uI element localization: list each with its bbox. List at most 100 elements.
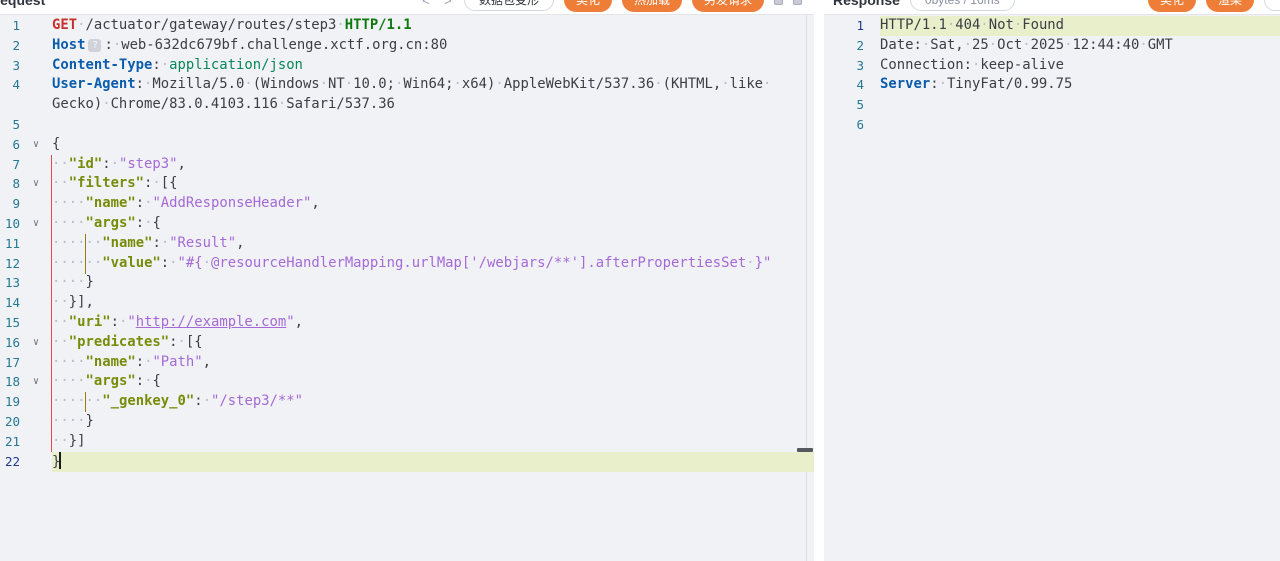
whitespace-dot [69, 373, 77, 389]
whitespace-dot [60, 156, 68, 172]
code-text: Server: TinyFat/0.99.75 [880, 75, 1272, 95]
token: , [295, 314, 303, 330]
token: : { [136, 215, 161, 231]
host-hint-badge[interactable]: ? [88, 39, 101, 52]
code-line[interactable]: 1HTTP/1.1 404 Not Found [824, 16, 1280, 36]
whitespace-dot [964, 37, 972, 53]
token: , [236, 235, 244, 251]
code-line-background: "name": "Result", [52, 234, 814, 254]
beautify-button[interactable]: 美化 [564, 0, 612, 12]
code-line[interactable]: 15 "uri": "http://example.com", [0, 313, 814, 333]
render-button[interactable]: 渲染 [1206, 0, 1254, 12]
token: : [111, 314, 128, 330]
code-line[interactable]: 17 "name": "Path", [0, 353, 814, 373]
code-line[interactable]: 20 } [0, 412, 814, 432]
token [52, 156, 69, 172]
whitespace-dot [654, 76, 662, 92]
code-line[interactable]: 4 Server: TinyFat/0.99.75 [824, 75, 1280, 95]
token: : [136, 195, 153, 211]
line-number: 1 [824, 16, 864, 36]
token: "name" [102, 235, 152, 251]
line-number: 6 [824, 115, 864, 135]
hot-reload-button[interactable]: 热加载 [622, 0, 682, 12]
token [52, 215, 86, 231]
token: : [{ [169, 334, 202, 350]
code-line[interactable]: 3Content-Type: application/json [0, 56, 814, 76]
code-text: Content-Type: application/json [52, 56, 792, 76]
whitespace-dot [77, 215, 85, 231]
line-number: 16 [0, 333, 20, 353]
token[interactable]: http://example.com [136, 314, 287, 330]
history-back-icon[interactable]: < [420, 0, 432, 8]
code-line[interactable]: 11 "name": "Result", [0, 234, 814, 254]
beautify-button[interactable]: 美化 [1148, 0, 1196, 12]
token: : [136, 354, 153, 370]
code-line[interactable]: 3Connection: keep-alive [824, 56, 1280, 76]
fold-chevron-icon[interactable]: ∨ [20, 333, 52, 353]
code-line[interactable]: 14 }], [0, 293, 814, 313]
packet-mutate-button[interactable]: 数据包变形 [464, 0, 554, 11]
code-line[interactable]: 16∨ "predicates": [{ [0, 333, 814, 353]
text-cursor [59, 452, 61, 469]
code-line[interactable]: 5 [0, 115, 814, 135]
code-line[interactable]: 12 "value": "#{ @resourceHandlerMapping.… [0, 254, 814, 274]
code-line[interactable]: 21 }] [0, 432, 814, 452]
code-line-background [880, 115, 1280, 135]
token: , [203, 354, 211, 370]
token: : [102, 156, 119, 172]
code-line[interactable]: 4User-Agent: Mozilla/5.0 (Windows NT 10.… [0, 75, 814, 115]
code-line-background: Date: Sat, 25 Oct 2025 12:44:40 GMT [880, 36, 1280, 56]
code-line-background: }], [52, 293, 814, 313]
line-number: 21 [0, 432, 20, 452]
fold-chevron-icon[interactable]: ∨ [20, 135, 52, 155]
whitespace-dot [94, 393, 102, 409]
line-number: 4 [824, 75, 864, 95]
line-number: 11 [0, 234, 20, 254]
whitespace-dot [102, 96, 110, 112]
whitespace-dot [1139, 37, 1147, 53]
code-line[interactable]: 7 "id": "step3", [0, 155, 814, 175]
code-line[interactable]: 18∨ "args": { [0, 372, 814, 392]
response-editor[interactable]: 1HTTP/1.1 404 Not Found2Date: Sat, 25 Oc… [824, 15, 1280, 561]
token: /actuator/gateway/routes/step3 [77, 17, 345, 33]
whitespace-dot [244, 76, 252, 92]
more-icon[interactable] [793, 0, 802, 5]
code-text [880, 115, 1272, 135]
code-line-background: { [52, 135, 814, 155]
whitespace-dot [1022, 37, 1030, 53]
token: "uri" [69, 314, 111, 330]
code-line[interactable]: 10∨ "args": { [0, 214, 814, 234]
fold-chevron-icon[interactable]: ∨ [20, 174, 52, 194]
request-editor[interactable]: 1GET /actuator/gateway/routes/step3 HTTP… [0, 15, 814, 561]
code-line[interactable]: 22} [0, 452, 814, 473]
code-line[interactable]: 13 } [0, 273, 814, 293]
line-number: 13 [0, 273, 20, 293]
resend-request-button[interactable]: 另发请求 [692, 0, 764, 12]
code-line[interactable]: 6∨{ [0, 135, 814, 155]
history-forward-icon[interactable]: > [442, 0, 454, 8]
code-line[interactable]: 19 "_genkey_0": "/step3/**" [0, 392, 814, 412]
request-toolbar: Request < > 数据包变形 美化 热加载 另发请求 [0, 0, 814, 15]
code-line-background: } [52, 452, 814, 473]
token: "step3" [119, 156, 178, 172]
line-number: 6 [0, 135, 20, 155]
code-line[interactable]: 6 [824, 115, 1280, 135]
code-line[interactable]: 9 "name": "AddResponseHeader", [0, 194, 814, 214]
token [52, 354, 86, 370]
code-line[interactable]: 2Date: Sat, 25 Oct 2025 12:44:40 GMT [824, 36, 1280, 56]
code-text: } [52, 412, 792, 432]
code-line[interactable]: 1GET /actuator/gateway/routes/step3 HTTP… [0, 16, 814, 36]
code-text: "filters": [{ [52, 174, 792, 194]
whitespace-dot [144, 76, 152, 92]
whitespace-dot [60, 235, 68, 251]
code-line[interactable]: 5 [824, 95, 1280, 115]
expand-icon[interactable] [774, 0, 783, 5]
line-number: 2 [0, 36, 20, 56]
code-line[interactable]: 2Host?: web-632dc679bf.challenge.xctf.or… [0, 36, 814, 56]
code-line[interactable]: 8∨ "filters": [{ [0, 174, 814, 194]
fold-chevron-icon[interactable]: ∨ [20, 372, 52, 392]
token [52, 195, 86, 211]
fold-chevron-icon[interactable]: ∨ [20, 214, 52, 234]
clipped-button[interactable] [1264, 0, 1280, 11]
code-text: } [52, 452, 792, 473]
